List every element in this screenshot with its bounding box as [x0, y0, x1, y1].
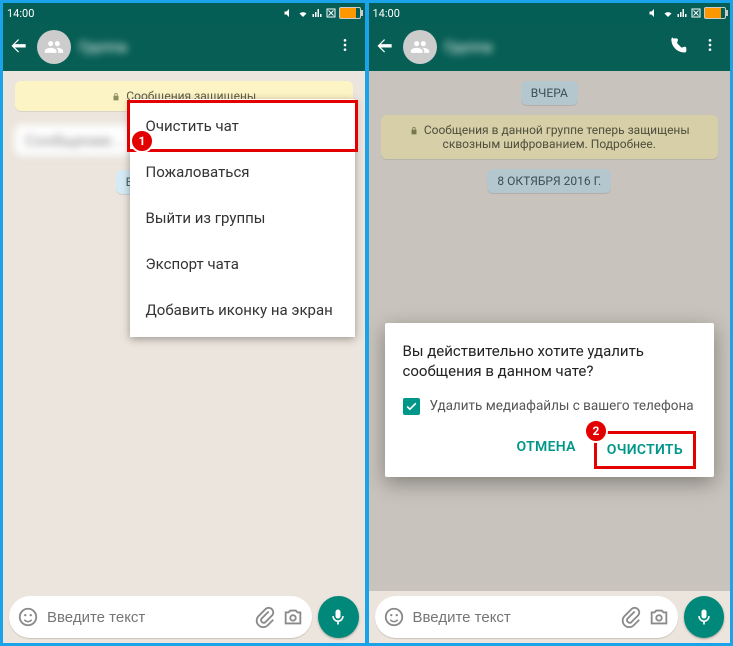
battery-icon: [339, 7, 361, 19]
message-bubble[interactable]: Сообщение...: [15, 125, 134, 156]
dialog-cancel-button[interactable]: ОТМЕНА: [507, 431, 586, 469]
close-box-icon: [325, 7, 337, 19]
emoji-icon[interactable]: [17, 606, 39, 628]
status-time: 14:00: [373, 7, 400, 20]
attach-icon[interactable]: [620, 606, 642, 628]
back-button[interactable]: [9, 35, 29, 59]
mute-icon: [283, 7, 295, 19]
message-input-field[interactable]: [9, 596, 312, 638]
callout-marker-2: 2: [584, 419, 608, 443]
phone-right: 14:00 Группа ВЧЕРА Сообщения в данной гр…: [368, 2, 732, 644]
menu-item-leave-group[interactable]: Выйти из группы: [130, 195, 355, 241]
signal-icon: [676, 7, 688, 19]
call-button[interactable]: [668, 35, 688, 59]
menu-item-clear-chat[interactable]: Очистить чат: [127, 100, 358, 152]
input-bar: [3, 591, 365, 643]
menu-item-export-chat[interactable]: Экспорт чата: [130, 241, 355, 287]
mute-icon: [648, 7, 660, 19]
chat-header: Группа: [3, 23, 365, 71]
chat-title[interactable]: Группа: [445, 38, 661, 56]
status-icons: [283, 7, 361, 19]
back-button[interactable]: [375, 35, 395, 59]
more-button[interactable]: [331, 31, 359, 63]
status-icons: [648, 7, 726, 19]
lock-icon: [111, 92, 121, 102]
status-bar: 14:00: [3, 3, 365, 23]
mic-button[interactable]: [318, 596, 359, 638]
signal-icon: [311, 7, 323, 19]
dialog-confirm-button[interactable]: ОЧИСТИТЬ: [594, 431, 696, 469]
attach-icon[interactable]: [254, 606, 276, 628]
menu-item-report[interactable]: Пожаловаться: [130, 149, 355, 195]
dialog-checkbox-row[interactable]: Удалить медиафайлы с вашего телефона: [403, 398, 697, 416]
group-avatar[interactable]: [37, 30, 71, 64]
chat-body: Сообщения защищены Сообщение... Вы были …: [3, 71, 365, 591]
battery-icon: [704, 7, 726, 19]
group-avatar[interactable]: [403, 30, 437, 64]
checkbox-checked[interactable]: [403, 398, 420, 415]
camera-icon[interactable]: [282, 606, 304, 628]
camera-icon[interactable]: [648, 606, 670, 628]
emoji-icon[interactable]: [383, 606, 405, 628]
chat-header: Группа: [369, 23, 731, 71]
phone-left: 14:00 Группа Сообщения защищены Сообщени…: [2, 2, 366, 644]
chat-title[interactable]: Группа: [79, 38, 323, 56]
wifi-icon: [662, 7, 674, 19]
checkbox-label: Удалить медиафайлы с вашего телефона: [430, 398, 694, 416]
callout-marker-1: 1: [130, 129, 154, 153]
clear-chat-dialog: Вы действительно хотите удалить сообщени…: [385, 323, 715, 477]
input-bar: [369, 591, 731, 643]
close-box-icon: [690, 7, 702, 19]
message-input[interactable]: [45, 608, 248, 627]
dialog-title: Вы действительно хотите удалить сообщени…: [403, 341, 697, 382]
more-button[interactable]: [696, 31, 724, 63]
wifi-icon: [297, 7, 309, 19]
context-menu: Очистить чат Пожаловаться Выйти из групп…: [130, 99, 355, 337]
chat-body: ВЧЕРА Сообщения в данной группе теперь з…: [369, 71, 731, 591]
mic-button[interactable]: [684, 596, 725, 638]
status-bar: 14:00: [369, 3, 731, 23]
menu-item-add-shortcut[interactable]: Добавить иконку на экран: [130, 287, 355, 333]
message-input-field[interactable]: [375, 596, 678, 638]
status-time: 14:00: [7, 7, 34, 20]
message-input[interactable]: [411, 608, 614, 627]
